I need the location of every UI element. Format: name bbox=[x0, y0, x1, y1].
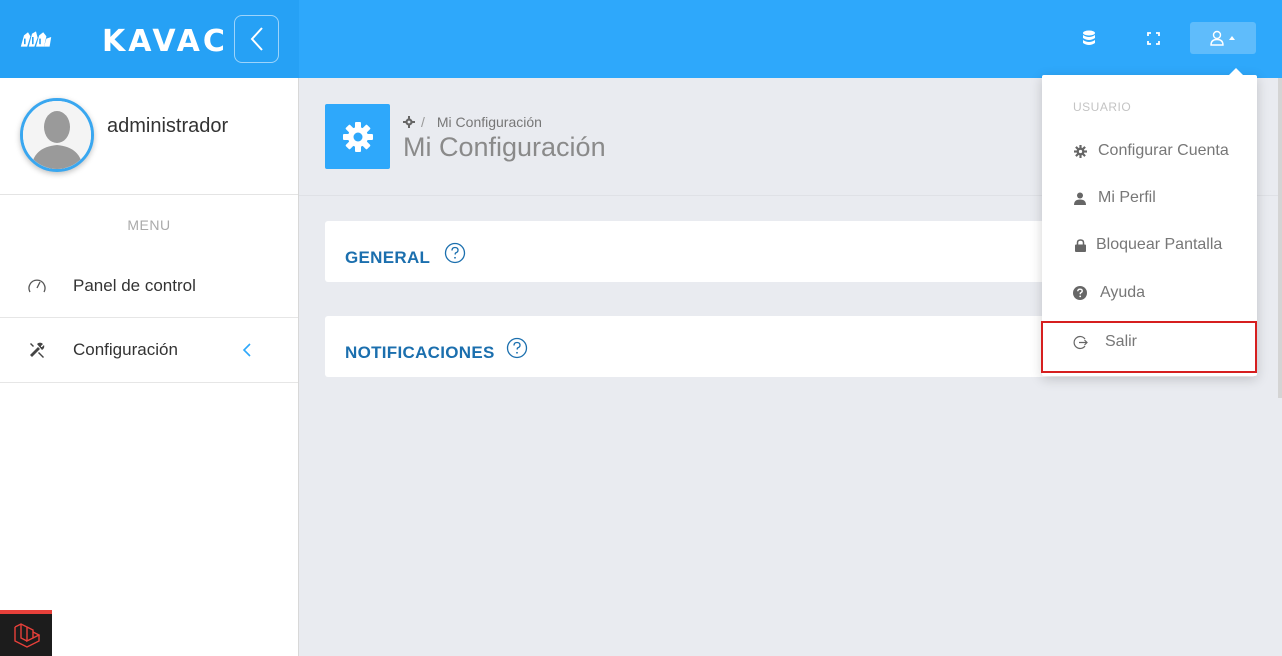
user-icon bbox=[1210, 30, 1224, 46]
dropdown-caret bbox=[1228, 68, 1244, 76]
menu-title: MENU bbox=[127, 217, 171, 233]
sidebar-item-label: Panel de control bbox=[73, 276, 196, 295]
menu-item-configurar-cuenta[interactable]: Configurar Cuenta bbox=[1042, 133, 1257, 169]
laravel-debugbar-icon[interactable] bbox=[0, 610, 52, 656]
menu-item-label: Mi Perfil bbox=[1098, 189, 1156, 206]
menu-item-ayuda[interactable]: Ayuda bbox=[1042, 275, 1257, 311]
database-icon[interactable] bbox=[1078, 27, 1100, 49]
lock-icon bbox=[1072, 237, 1088, 253]
sidebar-toggle-button[interactable] bbox=[234, 15, 279, 63]
breadcrumb-current: Mi Configuración bbox=[436, 114, 542, 130]
speedometer-icon bbox=[26, 275, 48, 297]
username: administrador bbox=[107, 115, 229, 137]
user-menu-button[interactable] bbox=[1190, 22, 1256, 54]
sidebar-item-configuracion[interactable]: Configuración bbox=[0, 318, 298, 382]
divider bbox=[0, 382, 298, 383]
chevron-left-icon bbox=[242, 343, 251, 357]
fullscreen-icon[interactable] bbox=[1142, 27, 1164, 49]
user-icon bbox=[1072, 190, 1088, 206]
menu-item-label: Ayuda bbox=[1100, 284, 1146, 301]
breadcrumb: / Mi Configuración bbox=[403, 114, 542, 130]
sidebar-item-panel-de-control[interactable]: Panel de control bbox=[0, 254, 298, 318]
menu-item-label: Configurar Cuenta bbox=[1098, 142, 1229, 159]
top-navbar: KAVAC bbox=[0, 0, 1282, 78]
chevron-left-icon bbox=[250, 27, 263, 51]
menu-item-mi-perfil[interactable]: Mi Perfil bbox=[1042, 180, 1257, 216]
kavac-logo-icon bbox=[20, 31, 52, 47]
question-icon bbox=[1072, 285, 1088, 301]
dropdown-header: USUARIO bbox=[1073, 100, 1132, 114]
gear-icon bbox=[325, 104, 390, 169]
brand-name: KAVAC bbox=[102, 24, 228, 59]
sidebar: administrador MENU Panel de control Conf… bbox=[0, 78, 299, 656]
tools-icon bbox=[26, 339, 48, 361]
help-icon[interactable] bbox=[506, 337, 528, 359]
user-profile: administrador bbox=[0, 78, 298, 195]
panel-title: NOTIFICACIONES bbox=[345, 343, 495, 362]
menu-item-bloquear-pantalla[interactable]: Bloquear Pantalla bbox=[1042, 227, 1257, 263]
panel-title: GENERAL bbox=[345, 248, 431, 267]
sidebar-item-label: Configuración bbox=[73, 340, 178, 359]
breadcrumb-separator: / bbox=[421, 114, 425, 130]
gear-icon bbox=[1072, 143, 1088, 159]
help-icon[interactable] bbox=[444, 242, 466, 264]
highlight-box bbox=[1041, 321, 1257, 373]
page-title: Mi Configuración bbox=[403, 132, 606, 162]
brand-area: KAVAC bbox=[0, 0, 299, 78]
caret-up-icon bbox=[1229, 36, 1235, 40]
avatar[interactable] bbox=[20, 98, 94, 172]
gear-icon[interactable] bbox=[403, 116, 415, 128]
menu-item-label: Bloquear Pantalla bbox=[1096, 236, 1223, 253]
scrollbar[interactable] bbox=[1278, 78, 1282, 398]
